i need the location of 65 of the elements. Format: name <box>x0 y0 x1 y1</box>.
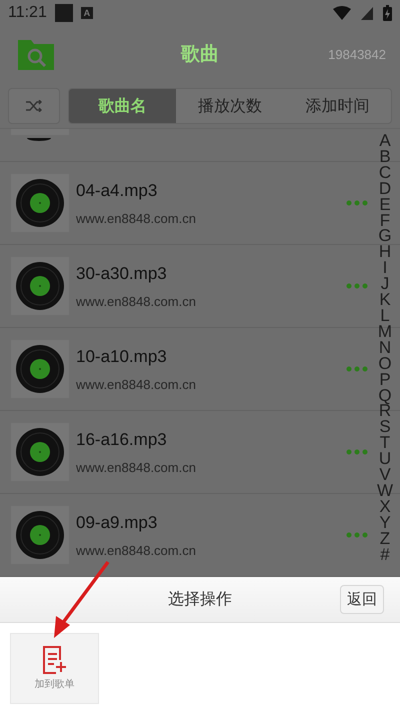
more-icon[interactable] <box>346 283 368 289</box>
index-letter[interactable]: C <box>378 164 392 181</box>
index-letter[interactable]: N <box>378 340 392 356</box>
vinyl-disc-icon <box>15 344 65 394</box>
song-source: www.en8848.com.cn <box>76 542 197 558</box>
song-source: www.en8848.com.cn <box>76 376 197 392</box>
notification-icon: A <box>80 7 93 19</box>
signal-icon <box>361 6 373 20</box>
index-letter[interactable]: W <box>376 482 394 499</box>
song-title: 30-a30.mp3 <box>76 264 168 284</box>
vinyl-disc-icon <box>15 427 65 477</box>
index-letter[interactable]: # <box>380 546 390 562</box>
status-time: 11:21 <box>8 4 47 22</box>
more-icon[interactable] <box>346 449 368 455</box>
index-letter[interactable]: Z <box>380 530 390 547</box>
vinyl-disc-icon <box>15 261 65 311</box>
wifi-icon <box>333 6 351 20</box>
index-letter[interactable]: U <box>378 451 392 468</box>
song-source: www.en8848.com.cn <box>76 210 197 226</box>
notification-icon <box>54 4 73 22</box>
sort-tab[interactable]: 添加时间 <box>284 89 391 123</box>
index-letter[interactable]: D <box>378 180 392 197</box>
song-title: 04-a4.mp3 <box>76 180 158 200</box>
index-letter[interactable]: G <box>378 228 392 244</box>
index-letter[interactable]: X <box>379 498 391 515</box>
index-letter[interactable]: V <box>379 467 391 483</box>
index-letter[interactable]: K <box>379 292 391 308</box>
song-title: 09-a9.mp3 <box>76 512 158 532</box>
index-letter[interactable]: E <box>379 196 391 213</box>
index-letter[interactable]: L <box>380 308 390 324</box>
more-icon[interactable] <box>346 200 368 206</box>
more-icon[interactable] <box>346 366 368 372</box>
battery-icon <box>383 5 392 21</box>
index-letter[interactable]: T <box>380 435 390 452</box>
sort-tab[interactable]: 播放次数 <box>176 89 284 123</box>
song-source: www.en8848.com.cn <box>76 460 197 474</box>
song-title: 10-a10.mp3 <box>76 346 168 366</box>
index-letter[interactable]: P <box>379 372 391 388</box>
vinyl-disc-icon <box>15 510 65 560</box>
index-letter[interactable]: H <box>378 244 392 260</box>
shuffle-button[interactable] <box>8 88 60 124</box>
index-letter[interactable]: Y <box>379 514 391 531</box>
index-letter[interactable]: J <box>380 276 390 292</box>
index-letter[interactable]: A <box>379 133 391 149</box>
back-button[interactable]: 返回 <box>340 585 384 614</box>
playlist-add-icon <box>42 646 68 674</box>
index-letter[interactable]: M <box>378 324 392 340</box>
add-to-playlist-button[interactable]: 加到歌单 <box>10 633 99 704</box>
more-icon[interactable] <box>346 532 368 538</box>
shuffle-icon <box>26 100 42 112</box>
song-count: 19843842 <box>328 46 386 62</box>
vinyl-disc-icon <box>15 178 65 228</box>
song-source: www.en8848.com.cn <box>76 294 197 308</box>
index-letter[interactable]: R <box>378 403 392 420</box>
index-letter[interactable]: I <box>382 260 388 276</box>
index-letter[interactable]: B <box>379 148 391 165</box>
index-letter[interactable]: S <box>379 419 391 436</box>
index-letter[interactable]: F <box>380 212 390 228</box>
index-letter[interactable]: O <box>378 356 392 372</box>
sort-tab[interactable]: 歌曲名 <box>69 89 176 123</box>
page-title: 歌曲 <box>180 42 220 67</box>
index-letter[interactable]: Q <box>378 388 392 404</box>
song-title: 16-a16.mp3 <box>76 430 168 450</box>
folder-search-icon[interactable] <box>18 38 54 70</box>
sheet-title: 选择操作 <box>167 589 233 610</box>
